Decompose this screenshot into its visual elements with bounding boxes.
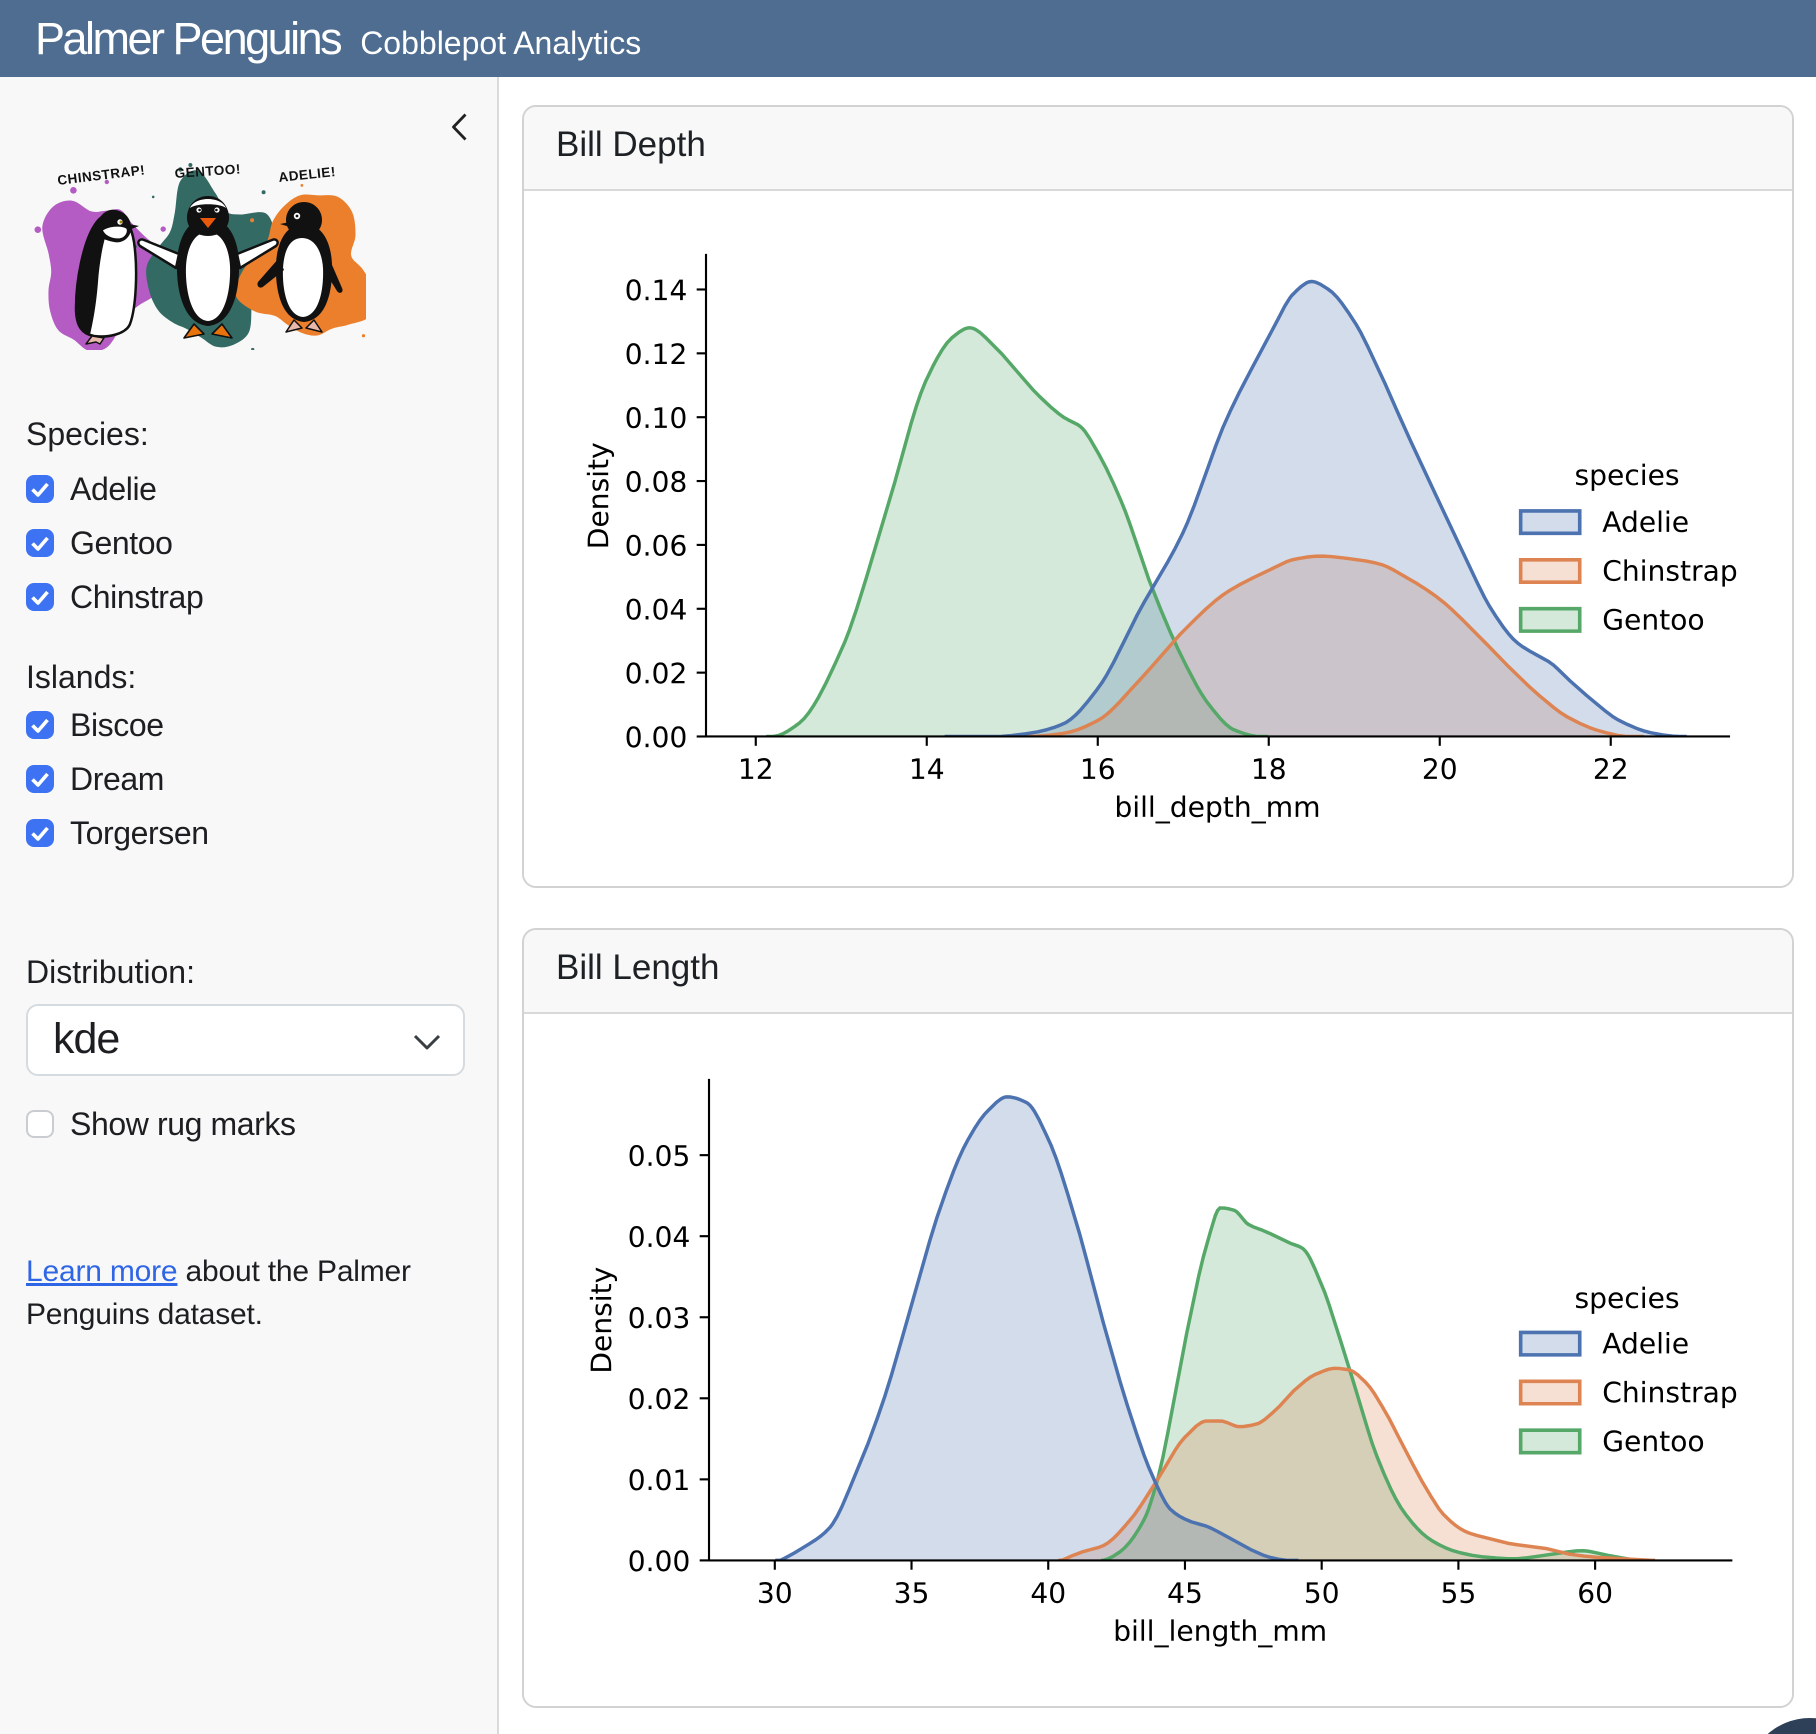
svg-text:ADELIE!: ADELIE! [278, 164, 337, 185]
svg-text:CHINSTRAP!: CHINSTRAP! [57, 162, 146, 188]
svg-text:GENTOO!: GENTOO! [174, 161, 241, 181]
